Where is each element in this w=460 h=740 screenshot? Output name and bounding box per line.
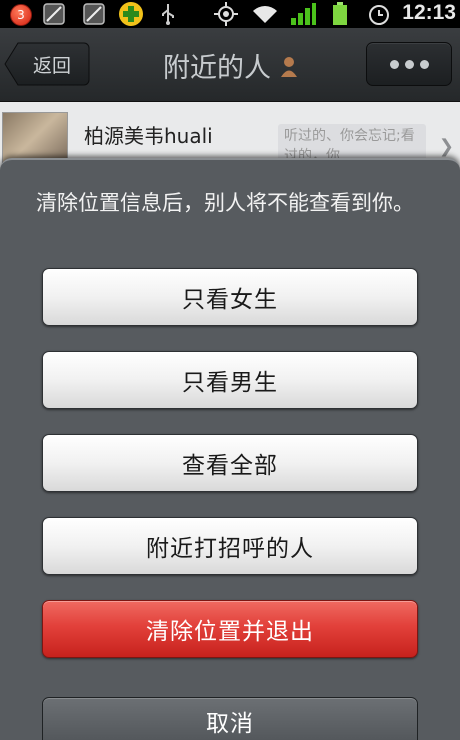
plus-app-icon (116, 2, 146, 26)
avatar-icon (280, 56, 298, 78)
wifi-icon (250, 2, 280, 26)
back-button[interactable]: 返回 (4, 42, 90, 86)
user-signature: 听过的、你会忘记;看过的，你 (278, 124, 426, 162)
more-icon (387, 59, 432, 69)
view-all-button[interactable]: 查看全部 (42, 434, 418, 492)
alarm-icon (366, 2, 392, 26)
clock: 12:13 (402, 1, 456, 24)
action-sheet: 清除位置信息后，别人将不能查看到你。 只看女生 只看男生 查看全部 附近打招呼的… (0, 158, 460, 740)
app-icon (42, 2, 66, 26)
title-bar: 返回 附近的人 (0, 28, 460, 102)
clear-location-exit-button[interactable]: 清除位置并退出 (42, 600, 418, 658)
back-label: 返回 (32, 54, 71, 77)
battery-icon (330, 2, 350, 26)
more-button[interactable] (366, 42, 452, 86)
user-name: 柏源美韦huali (84, 124, 213, 148)
male-only-button[interactable]: 只看男生 (42, 351, 418, 409)
app-icon (82, 2, 106, 26)
nearby-greetings-button[interactable]: 附近打招呼的人 (42, 517, 418, 575)
usb-icon (158, 2, 178, 26)
status-bar: 3 12:13 (0, 0, 460, 28)
gps-icon (212, 2, 240, 26)
dialog-message: 清除位置信息后，别人将不能查看到你。 (36, 191, 414, 215)
female-only-button[interactable]: 只看女生 (42, 268, 418, 326)
chevron-right-icon: ❯ (438, 136, 454, 157)
signal-icon (288, 2, 318, 26)
notification-badge[interactable]: 3 (10, 4, 32, 26)
cancel-button[interactable]: 取消 (42, 697, 418, 740)
